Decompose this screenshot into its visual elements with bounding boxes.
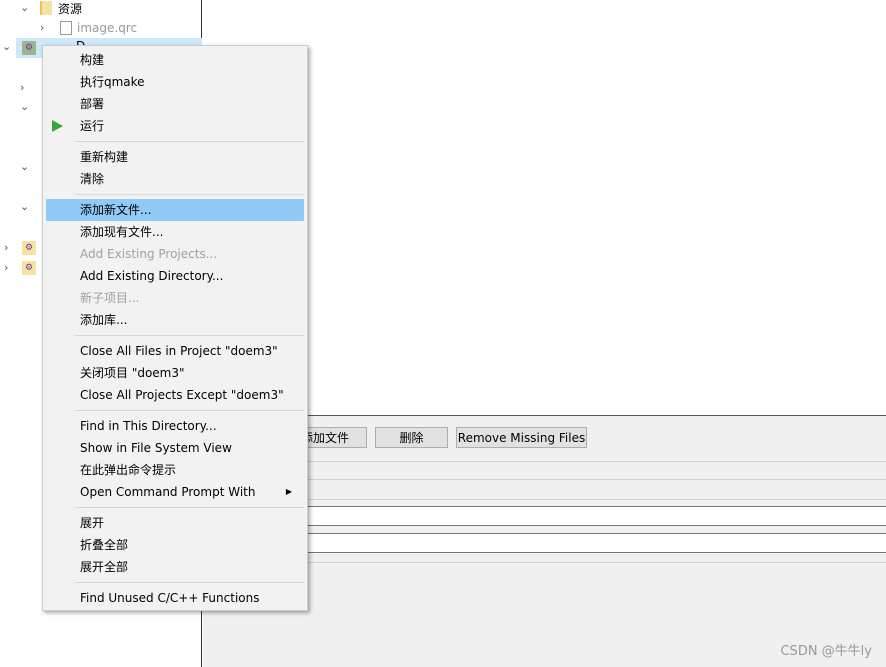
menu-item-label: 添加库... (80, 313, 128, 327)
project-icon: ⚙ (22, 261, 36, 275)
menu-item-label: 执行qmake (80, 75, 145, 89)
chevron-down-icon[interactable]: ⌄ (20, 200, 29, 213)
submenu-arrow-icon: ▶ (285, 487, 292, 496)
menu-item[interactable]: 执行qmake (46, 71, 304, 93)
menu-item-label: 新子项目... (80, 291, 140, 305)
menu-item[interactable]: Find in This Directory... (46, 415, 304, 437)
remove-missing-files-button[interactable]: Remove Missing Files (456, 427, 587, 448)
delete-button[interactable]: 删除 (375, 427, 448, 448)
menu-item[interactable]: 添加新文件... (46, 199, 304, 221)
chevron-down-icon[interactable]: ⌄ (20, 1, 29, 14)
watermark: CSDN @牛牛ly (780, 644, 872, 659)
menu-item: 新子项目... (46, 287, 304, 309)
chevron-down-icon[interactable]: ⌄ (20, 100, 29, 113)
menu-item-label: Close All Files in Project "doem3" (80, 344, 278, 358)
menu-item[interactable]: 展开 (46, 512, 304, 534)
menu-item[interactable]: 添加库... (46, 309, 304, 331)
menu-item[interactable]: 清除 (46, 168, 304, 190)
menu-item: Add Existing Projects... (46, 243, 304, 265)
menu-item-label: 在此弹出命令提示 (80, 463, 177, 477)
play-icon (52, 120, 63, 132)
menu-item[interactable]: Add Existing Directory... (46, 265, 304, 287)
chevron-right-icon[interactable]: › (4, 261, 8, 274)
menu-item[interactable]: Show in File System View (46, 437, 304, 459)
menu-item-label: 重新构建 (80, 150, 129, 164)
project-icon: ⚙ (22, 41, 36, 55)
menu-item[interactable]: 关闭项目 "doem3" (46, 362, 304, 384)
menu-item-label: 构建 (80, 53, 105, 67)
menu-item[interactable]: Close All Files in Project "doem3" (46, 340, 304, 362)
menu-item-label: Find Unused C/C++ Functions (80, 591, 260, 605)
tree-item-resources[interactable]: 资源 (58, 0, 82, 18)
menu-item[interactable]: Open Command Prompt With ▶ (46, 481, 304, 503)
menu-item[interactable]: 重新构建 (46, 146, 304, 168)
menu-item-label: 关闭项目 "doem3" (80, 366, 185, 380)
menu-separator (75, 507, 304, 508)
menu-item-label: 折叠全部 (80, 538, 129, 552)
menu-item-label: 添加新文件... (80, 203, 152, 217)
menu-item-label: 展开 (80, 516, 105, 530)
menu-item[interactable]: 运行 (46, 115, 304, 137)
menu-item-label: Show in File System View (80, 441, 232, 455)
menu-separator (75, 410, 304, 411)
menu-item-label: Add Existing Projects... (80, 247, 218, 261)
file-lock-icon (60, 21, 72, 35)
menu-item-label: 运行 (80, 119, 105, 133)
folder-lock-icon (40, 1, 52, 15)
menu-item-label: 展开全部 (80, 560, 129, 574)
project-icon: ⚙ (22, 241, 36, 255)
menu-item-label: Close All Projects Except "doem3" (80, 388, 284, 402)
menu-item[interactable]: 添加现有文件... (46, 221, 304, 243)
menu-separator (75, 141, 304, 142)
menu-item-label: Add Existing Directory... (80, 269, 224, 283)
tree-item-image-qrc[interactable]: image.qrc (77, 18, 137, 38)
menu-item[interactable]: 构建 (46, 49, 304, 71)
menu-item[interactable]: 展开全部 (46, 556, 304, 578)
chevron-right-icon[interactable]: › (4, 241, 8, 254)
context-menu[interactable]: 构建执行qmake 部署运行重新构建清除添加新文件... 添加现有文件... Add … (42, 45, 308, 611)
menu-item-label: 清除 (80, 172, 105, 186)
chevron-right-icon[interactable]: › (40, 21, 44, 34)
menu-item-label: 添加现有文件... (80, 225, 164, 239)
menu-item-label: 部署 (80, 97, 105, 111)
menu-separator (75, 582, 304, 583)
menu-item[interactable]: 在此弹出命令提示 (46, 459, 304, 481)
menu-item[interactable]: 部署 (46, 93, 304, 115)
menu-item[interactable]: 折叠全部 (46, 534, 304, 556)
chevron-down-icon[interactable]: ⌄ (2, 40, 11, 53)
menu-separator (75, 335, 304, 336)
chevron-down-icon[interactable]: ⌄ (20, 160, 29, 173)
menu-item-label: Find in This Directory... (80, 419, 217, 433)
menu-item-label: Open Command Prompt With (80, 485, 256, 499)
menu-separator (75, 194, 304, 195)
menu-item[interactable]: Close All Projects Except "doem3" (46, 384, 304, 406)
menu-item[interactable]: Find Unused C/C++ Functions (46, 587, 304, 609)
chevron-right-icon[interactable]: › (20, 81, 24, 94)
